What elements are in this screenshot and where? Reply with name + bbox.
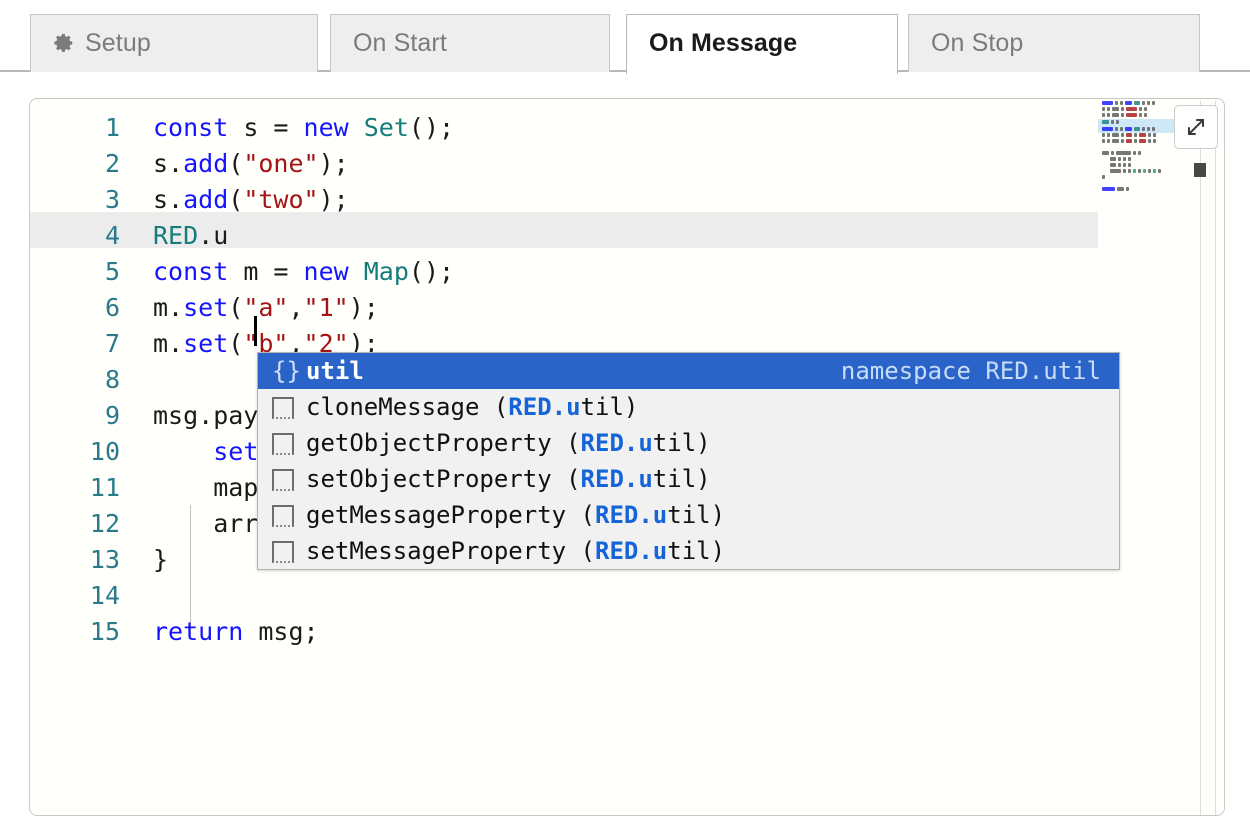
code-line: const m = new Map(); [153,257,455,286]
tab-on-stop-label: On Stop [931,29,1024,57]
line-number: 13 [89,545,120,574]
minimap-line [1098,113,1186,117]
minimap-line [1098,181,1186,185]
code-line: RED.u [153,221,229,250]
code-editor-screen: Setup On Start On Message On Stop 1 2 3 … [0,0,1250,838]
tab-on-stop[interactable]: On Stop [908,14,1200,72]
line-number: 14 [89,581,120,610]
tab-on-start[interactable]: On Start [330,14,610,72]
autocomplete-item-meta: namespace RED.util [840,357,1101,385]
autocomplete-popup[interactable]: {} util namespace RED.util cloneMessage (… [257,352,1120,570]
text-cursor [254,316,257,346]
minimap-line [1098,145,1186,149]
code-line: const s = new Set(); [153,113,455,142]
autocomplete-item-getmessageproperty[interactable]: getMessageProperty (RED.util) [258,497,1119,533]
autocomplete-paren-close: ) [710,537,726,565]
autocomplete-item-util[interactable]: {} util namespace RED.util [258,353,1119,389]
gear-icon [53,32,75,54]
autocomplete-item-label: setObjectProperty [306,465,552,493]
autocomplete-paren-close: ) [696,429,711,457]
autocomplete-rest: til [652,465,697,493]
line-number: 12 [89,509,120,538]
tab-on-message[interactable]: On Message [626,14,898,74]
autocomplete-rest: til [652,429,697,457]
autocomplete-item-getobjectproperty[interactable]: getObjectProperty (RED.util) [258,425,1119,461]
autocomplete-rest: til [580,393,624,421]
minimap-line [1098,157,1186,161]
property-icon [272,397,294,419]
autocomplete-paren-open: ( [551,429,581,457]
autocomplete-match: RED.u [580,465,653,493]
minimap-line [1098,151,1186,155]
tab-setup-label: Setup [85,29,151,57]
autocomplete-match: RED.u [595,501,668,529]
minimap-line [1098,107,1186,111]
line-number: 7 [104,329,120,358]
tab-on-start-label: On Start [353,29,447,57]
line-number: 3 [104,185,120,214]
autocomplete-paren-open: ( [551,465,581,493]
line-number: 15 [89,617,120,646]
autocomplete-item-label: setMessageProperty [306,537,567,565]
minimap-line [1098,163,1186,167]
editor-scrollbar[interactable] [1194,101,1216,815]
minimap-line [1098,133,1186,137]
minimap-line [1098,101,1186,105]
autocomplete-item-setmessageproperty[interactable]: setMessageProperty (RED.util) [258,533,1119,569]
minimap-line [1098,169,1186,173]
autocomplete-item-label: getObjectProperty [306,429,552,457]
autocomplete-paren-close: ) [623,393,639,421]
line-number-gutter: 1 2 3 4 5 6 7 8 9 10 11 12 13 14 15 [30,99,130,650]
autocomplete-match: RED.u [595,537,668,565]
autocomplete-rest: til [667,537,711,565]
expand-editor-button[interactable] [1174,105,1218,149]
property-icon [272,433,294,455]
autocomplete-paren-close: ) [710,501,726,529]
autocomplete-match: RED.u [580,429,653,457]
line-number: 11 [89,473,120,502]
minimap-line [1098,187,1186,191]
autocomplete-item-label: getMessageProperty [306,501,567,529]
property-icon [272,469,294,491]
autocomplete-item-clonemessage[interactable]: cloneMessage (RED.util) [258,389,1119,425]
line-number: 6 [104,293,120,322]
tab-on-message-label: On Message [649,29,798,57]
line-number: 2 [104,149,120,178]
line-number: 5 [104,257,120,286]
editor-scrollbar-thumb[interactable] [1194,163,1206,177]
code-line: s.add("two"); [153,185,349,214]
line-number: 10 [89,437,120,466]
code-line: return msg; [153,617,319,646]
line-number: 4 [104,221,120,250]
autocomplete-paren-close: ) [696,465,711,493]
autocomplete-paren-open: ( [566,501,595,529]
minimap-line [1098,139,1186,143]
autocomplete-paren-open: ( [566,537,595,565]
line-number: 9 [104,401,120,430]
braces-icon: {} [272,357,301,385]
expand-icon [1188,119,1204,135]
minimap-line [1098,119,1186,126]
minimap-line [1098,175,1186,179]
tab-setup[interactable]: Setup [30,14,318,72]
code-editor-panel[interactable]: 1 2 3 4 5 6 7 8 9 10 11 12 13 14 15 cons… [29,98,1225,816]
tab-bar: Setup On Start On Message On Stop [0,0,1250,74]
line-number: 8 [104,365,120,394]
property-icon [272,505,294,527]
autocomplete-item-setobjectproperty[interactable]: setObjectProperty (RED.util) [258,461,1119,497]
code-line: m.set("a","1"); [153,293,379,322]
minimap-line [1098,126,1186,133]
autocomplete-rest: til [667,501,711,529]
code-line: s.add("one"); [153,149,349,178]
autocomplete-paren-open: ( [479,393,509,421]
line-number: 1 [104,113,120,142]
autocomplete-item-label: util [306,357,364,385]
autocomplete-item-label: cloneMessage [306,393,480,421]
autocomplete-match: RED.u [508,393,581,421]
property-icon [272,541,294,563]
